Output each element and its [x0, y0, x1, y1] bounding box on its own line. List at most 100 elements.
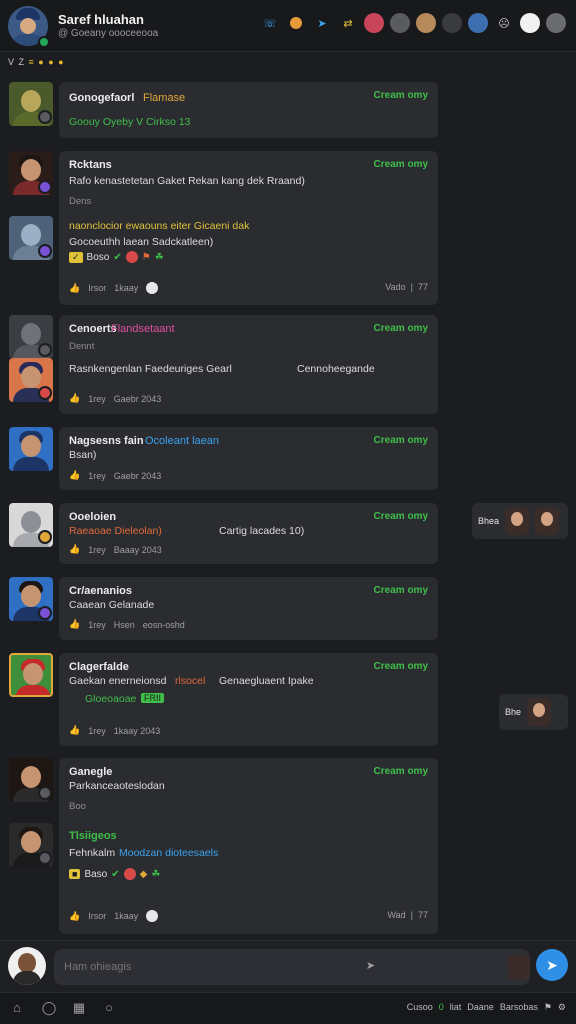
reply-author[interactable]: Tlsiigeos — [69, 830, 117, 842]
popup-label: Bhe — [505, 707, 522, 717]
popup-avatar — [505, 507, 530, 535]
reactions-row[interactable]: ■ Baso ✔ ◆ ☘ — [69, 868, 160, 880]
chat-icon[interactable]: ◯ — [40, 1000, 58, 1018]
author-name[interactable]: Ganegle — [69, 766, 112, 778]
tag-chip: FRII — [141, 693, 164, 703]
bubble-icon[interactable]: ○ — [100, 1000, 118, 1018]
grid-icon[interactable]: ▦ — [70, 1000, 88, 1018]
message-input[interactable] — [54, 949, 530, 985]
status-text: liat — [449, 1002, 462, 1012]
author-name[interactable]: Gonogefaorl — [69, 92, 134, 104]
pin-icon[interactable]: ➤ — [312, 13, 332, 33]
reactions-row[interactable]: ✓ Boso ✔ ⚑ ☘ — [69, 251, 164, 263]
message-card[interactable]: Cenoerts Flandsetaant Cream omy Dennt Ra… — [59, 315, 438, 414]
status-badge — [38, 606, 52, 620]
emoji-icon[interactable]: ☹ — [494, 13, 514, 33]
send-icon: ➤ — [546, 956, 558, 973]
post-avatar[interactable] — [9, 427, 53, 471]
member-avatar[interactable] — [520, 13, 540, 33]
author-name[interactable]: Nagsesns fain — [69, 435, 144, 447]
author-name[interactable]: Cenoerts — [69, 323, 117, 335]
meta-text: 1rey — [88, 725, 106, 736]
message-card[interactable]: Rcktans Cream omy Rafo kenastetetan Gake… — [59, 151, 438, 305]
home-icon[interactable]: ⌂ — [8, 1000, 26, 1018]
message-card[interactable]: Cr/aenanios Cream omy Caaean Gelanade 👍 … — [59, 577, 438, 640]
views-label: Vado — [385, 282, 406, 292]
meta-text: 1rey — [88, 544, 106, 555]
chat-title: Saref hluahan — [58, 12, 144, 27]
message-text: Caaean Gelanade — [69, 599, 155, 611]
composer-avatar[interactable] — [8, 947, 46, 985]
gear-icon[interactable]: ⚙ — [558, 1002, 566, 1013]
status-badge — [38, 343, 52, 357]
author-tag: Flandsetaant — [111, 323, 175, 335]
message-text: Cartig lacades 10) — [219, 525, 305, 537]
strip-label: V Z — [8, 57, 26, 67]
shuffle-icon[interactable]: ⇄ — [338, 13, 358, 33]
author-name[interactable]: Ooeloien — [69, 511, 116, 523]
strip-dots: ≡ ● ● ● — [28, 57, 65, 67]
side-popup[interactable]: Bhea — [472, 503, 568, 539]
member-avatar[interactable] — [416, 13, 436, 33]
like-icon[interactable]: 👍 — [69, 470, 80, 481]
reaction-emoji[interactable] — [123, 868, 136, 880]
views-number: 77 — [417, 910, 428, 920]
post-avatar[interactable] — [9, 653, 53, 697]
message-card[interactable]: Nagsesns fain Ocoleant laean Cream omy B… — [59, 427, 438, 490]
flag-icon[interactable]: ⚑ — [544, 1002, 552, 1013]
phone-icon[interactable]: ☏ — [260, 13, 280, 33]
reaction-chip[interactable]: ■ — [69, 869, 81, 879]
status-badge — [38, 530, 52, 544]
like-icon[interactable]: 👍 — [69, 544, 80, 555]
like-icon[interactable]: 👍 — [69, 393, 80, 404]
meta-text: 1rey — [88, 619, 106, 630]
message-card[interactable]: Gonogefaorl Flamase Cream omy Goouy Oyeb… — [59, 82, 438, 138]
author-tag: Flamase — [143, 92, 186, 104]
member-avatar[interactable] — [468, 13, 488, 33]
meta-text: eosn-oshd — [142, 619, 185, 630]
side-popup[interactable]: Bhe — [499, 694, 568, 730]
reaction-chip[interactable]: ✓ — [69, 251, 83, 263]
timestamp: Cream omy — [373, 90, 428, 101]
meta-text: 1kaay 2043 — [113, 725, 161, 736]
attach-icon[interactable]: ➤ — [366, 959, 375, 972]
emoji-icon[interactable] — [146, 910, 159, 922]
meta-text: Irsor — [88, 911, 107, 921]
like-icon[interactable]: 👍 — [69, 725, 80, 736]
emoji-icon[interactable] — [146, 282, 159, 294]
message-card[interactable]: Clagerfalde Cream omy Gaekan enerneionsd… — [59, 653, 438, 746]
author-name[interactable]: Clagerfalde — [69, 661, 129, 673]
status-text: Daane — [467, 1002, 494, 1012]
member-avatar[interactable] — [364, 13, 384, 33]
like-icon[interactable]: 👍 — [69, 911, 80, 922]
author-name[interactable]: Rcktans — [69, 159, 112, 171]
meta-text: Irsor — [88, 283, 107, 293]
meta-text: Gaebr 2043 — [113, 470, 162, 481]
status-count: 0 — [438, 1002, 444, 1012]
emoji-icon[interactable] — [286, 13, 306, 33]
like-icon[interactable]: 👍 — [69, 619, 80, 630]
like-icon[interactable]: 👍 — [69, 283, 80, 294]
member-avatar[interactable] — [390, 13, 410, 33]
top-header: Saref hluahan @ Goeany oooceeooa ☏ ➤ ⇄ ☹ — [0, 0, 576, 52]
member-avatar[interactable] — [442, 13, 462, 33]
post-meta: 👍 Irsor 1kaay — [69, 282, 159, 294]
post-meta: 👍 1rey Gaebr 2043 — [69, 393, 161, 404]
author-name[interactable]: Cr/aenanios — [69, 585, 132, 597]
member-avatar[interactable] — [546, 13, 566, 33]
send-button[interactable]: ➤ — [536, 949, 568, 981]
message-card[interactable]: Ganegle Cream omy Parkanceaoteslodan Boo… — [59, 758, 438, 934]
message-text: Cennoheegande — [297, 363, 375, 375]
reaction-emoji[interactable] — [125, 251, 138, 263]
message-muted: Dennt — [69, 341, 95, 352]
tabbar-status: Cusoo 0 liat Daane Barsobas ⚑ ⚙ — [407, 1002, 566, 1013]
message-text: Rasnkengenlan Faedeuriges Gearl — [69, 363, 232, 375]
message-card[interactable]: Ooeloien Cream omy Raeaoae Dieleolan) Ca… — [59, 503, 438, 564]
post-meta: 👍 1rey Gaebr 2043 — [69, 470, 161, 481]
timestamp: Cream omy — [373, 323, 428, 334]
message-highlight: rlsocel — [175, 675, 206, 687]
bottom-tabbar: ⌂ ◯ ▦ ○ Cusoo 0 liat Daane Barsobas ⚑ ⚙ — [0, 992, 576, 1024]
flag-icon: ⚑ — [141, 251, 151, 263]
view-count: Wad | 77 — [387, 910, 428, 920]
sticker-avatar-icon[interactable] — [508, 955, 530, 979]
